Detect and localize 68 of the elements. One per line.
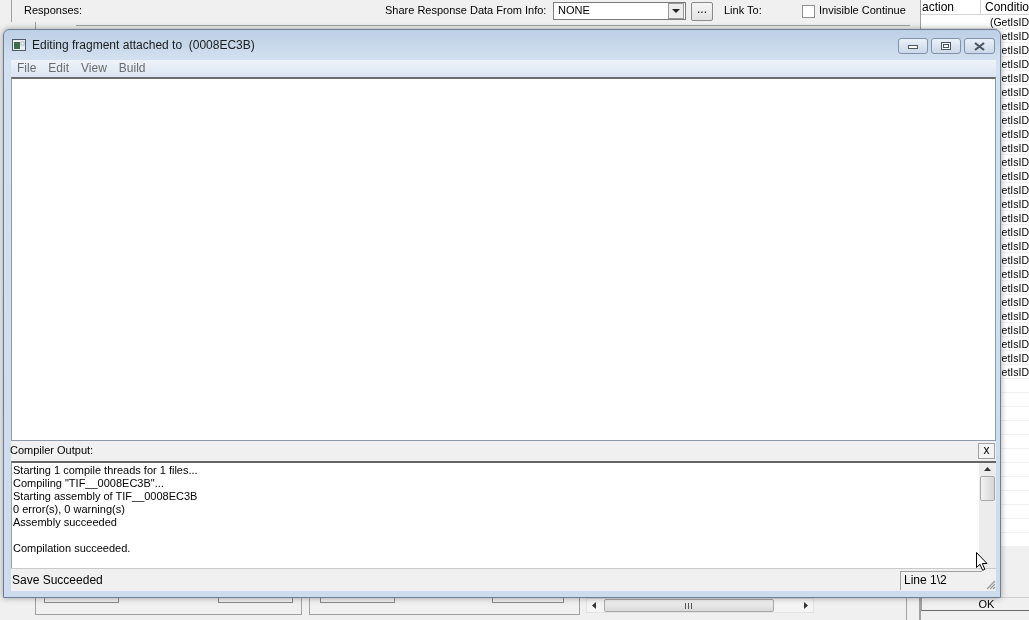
table-cell: etIsID bbox=[1001, 57, 1029, 71]
column-header[interactable]: Conditio bbox=[984, 0, 1029, 14]
table-cell: etIsID bbox=[1001, 113, 1029, 127]
compiler-output-label: Compiler Output: bbox=[10, 444, 94, 458]
table-cell: etIsID bbox=[1001, 71, 1029, 85]
checkbox-label[interactable]: Invisible Continue bbox=[819, 4, 906, 18]
menu-item[interactable]: Build bbox=[112, 60, 152, 77]
window-app-icon bbox=[12, 39, 26, 51]
table-cell: etIsID bbox=[1001, 267, 1029, 281]
table-cell: etIsID bbox=[1001, 197, 1029, 211]
table-cell: etIsID bbox=[1001, 43, 1029, 57]
minimize-icon bbox=[908, 45, 918, 49]
table-cell: etIsID bbox=[1001, 155, 1029, 169]
status-message: Save Succeeded bbox=[11, 572, 103, 588]
table-cell: etIsID bbox=[1001, 99, 1029, 113]
maximize-button[interactable] bbox=[931, 38, 961, 54]
table-cell: etIsID bbox=[1001, 239, 1029, 253]
ok-button[interactable]: OK bbox=[921, 598, 1029, 611]
browse-button[interactable]: ... bbox=[691, 1, 713, 21]
menu-item[interactable]: Edit bbox=[42, 60, 76, 77]
output-line: Compiling "TIF__0008EC3B"... bbox=[13, 477, 165, 490]
window-title: Editing fragment attached to (0008EC3B) bbox=[32, 37, 255, 53]
maximize-icon bbox=[941, 42, 951, 50]
link-to-label: Link To: bbox=[724, 4, 762, 17]
scroll-left-icon[interactable] bbox=[591, 602, 596, 609]
table-cell: etIsID bbox=[1001, 225, 1029, 239]
table-cell: etIsID bbox=[1001, 141, 1029, 155]
column-header[interactable]: action bbox=[922, 0, 955, 14]
table-cell: etIsID bbox=[1001, 309, 1029, 323]
output-line: Starting assembly of TIF__0008EC3B bbox=[13, 490, 199, 503]
status-line-position: Line 1\2 bbox=[900, 570, 982, 590]
scrollbar-thumb[interactable] bbox=[980, 476, 995, 501]
table-cell: etIsID bbox=[1001, 323, 1029, 337]
table-cell: etIsID bbox=[1001, 281, 1029, 295]
menu-item[interactable]: File bbox=[11, 60, 43, 77]
close-output-button[interactable]: x bbox=[978, 443, 995, 459]
table-cell: etIsID bbox=[1001, 253, 1029, 267]
table-cell: etIsID bbox=[1001, 29, 1029, 43]
scrollbar-thumb[interactable] bbox=[603, 599, 774, 612]
output-line: 0 error(s), 0 warning(s) bbox=[13, 503, 126, 516]
table-cell: etIsID bbox=[1001, 351, 1029, 365]
caret-icon bbox=[668, 3, 684, 19]
output-line: Compilation succeeded. bbox=[13, 542, 132, 555]
resize-grip-icon[interactable] bbox=[985, 579, 996, 590]
scroll-right-icon[interactable] bbox=[804, 602, 808, 609]
table-cell: etIsID bbox=[1001, 183, 1029, 197]
close-button[interactable] bbox=[964, 38, 995, 54]
responses-label: Responses: bbox=[24, 4, 83, 17]
table-cell: etIsID bbox=[1001, 295, 1029, 309]
table-cell: etIsID bbox=[1001, 365, 1029, 379]
share-dropdown[interactable]: NONE bbox=[553, 2, 686, 20]
table-cell: etIsID bbox=[1001, 337, 1029, 351]
grip-icon bbox=[685, 602, 693, 609]
output-line: Assembly succeeded bbox=[13, 516, 118, 529]
table-cell: (GetIsID bbox=[989, 15, 1029, 29]
table-cell: etIsID bbox=[1001, 85, 1029, 99]
minimize-button[interactable] bbox=[898, 38, 928, 54]
vertical-scrollbar[interactable] bbox=[979, 463, 996, 568]
scroll-up-icon[interactable] bbox=[984, 467, 991, 471]
invisible-continue-checkbox[interactable] bbox=[802, 4, 815, 18]
table-cell: etIsID bbox=[1001, 127, 1029, 141]
table-cell: etIsID bbox=[1001, 211, 1029, 225]
output-line: Starting 1 compile threads for 1 files... bbox=[13, 464, 199, 477]
table-cell: etIsID bbox=[1001, 169, 1029, 183]
share-data-label: Share Response Data From Info: bbox=[385, 4, 547, 17]
close-icon bbox=[974, 41, 985, 51]
horizontal-scrollbar[interactable] bbox=[585, 598, 814, 613]
menu-item[interactable]: View bbox=[75, 60, 113, 77]
